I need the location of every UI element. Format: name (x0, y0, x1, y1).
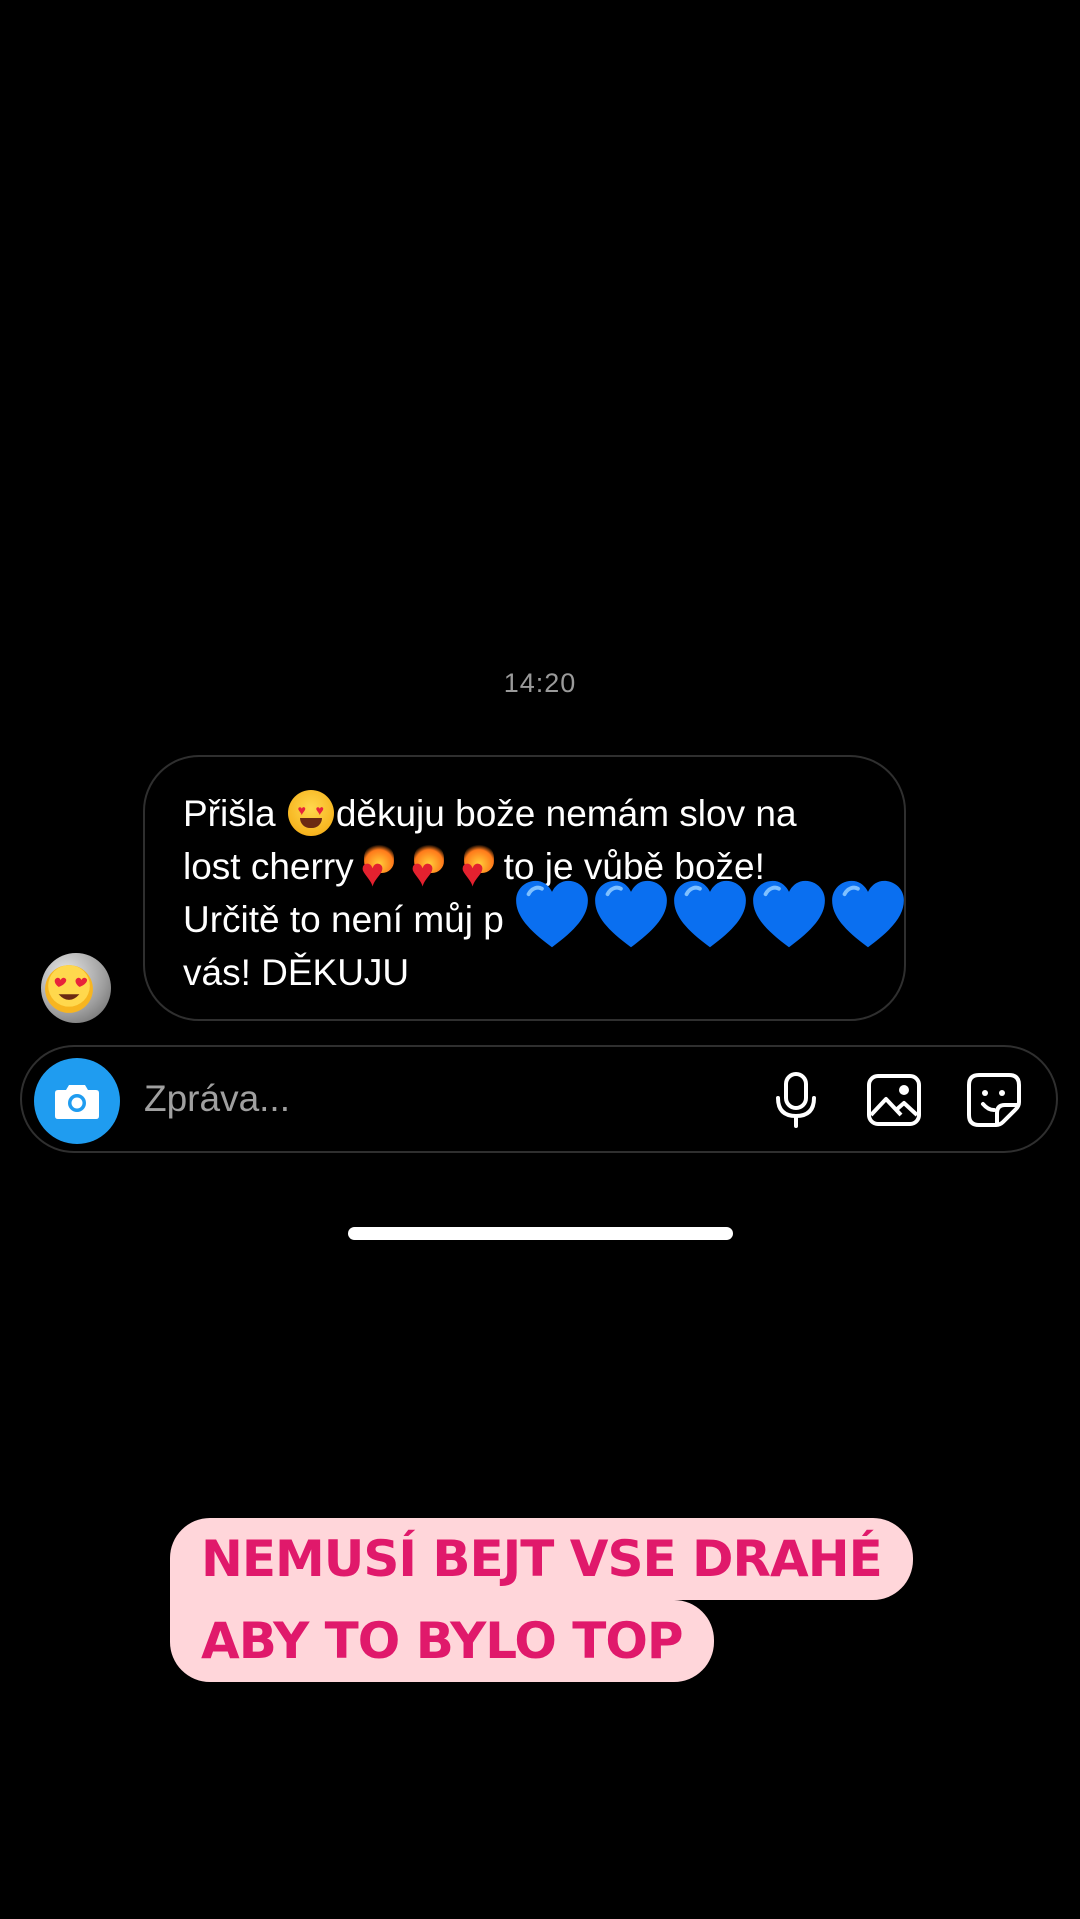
heart-eyes-face-icon (45, 965, 93, 1013)
sticker-button[interactable] (965, 1071, 1023, 1129)
caption-line-1: NEMUSÍ BEJT VSE DRAHÉ (170, 1518, 913, 1600)
camera-button[interactable] (34, 1058, 120, 1144)
message-text: lost cherry (183, 846, 354, 887)
sticker-icon (967, 1073, 1021, 1127)
heart-eyes-face-icon: ♥ ♥ (287, 790, 334, 837)
message-line-2: lost cherry ♥ ♥ ♥ to je vůbě bože! (183, 840, 866, 893)
message-line-3: Určitě to není můj p (183, 899, 504, 940)
gallery-button[interactable] (865, 1071, 923, 1129)
message-composer (20, 1045, 1058, 1153)
home-indicator[interactable] (348, 1227, 733, 1240)
message-line-4: vás! DĚKUJU (183, 952, 410, 993)
gallery-icon (867, 1074, 921, 1126)
message-input[interactable] (144, 1071, 624, 1127)
heart-on-fire-icon: ♥ (456, 843, 502, 893)
camera-icon (55, 1085, 99, 1119)
microphone-button[interactable] (767, 1071, 825, 1129)
caption-line-2: ABY TO BYLO TOP (170, 1600, 714, 1682)
heart-on-fire-icon: ♥ (406, 843, 452, 893)
message-timestamp: 14:20 (503, 668, 577, 698)
message-text: to je vůbě bože! (503, 846, 765, 887)
message-text: Přišla (183, 793, 286, 834)
message-line-1: Přišla ♥ ♥ děkuju bože nemám slov na (183, 787, 866, 840)
message-text: děkuju bože nemám slov na (335, 793, 797, 834)
message-bubble[interactable]: Přišla ♥ ♥ děkuju bože nemám slov na lost … (143, 755, 906, 1021)
story-caption: NEMUSÍ BEJT VSE DRAHÉ ABY TO BYLO TOP (170, 1518, 913, 1682)
microphone-icon (776, 1072, 816, 1128)
heart-on-fire-icon: ♥ (356, 843, 402, 893)
sender-avatar[interactable] (41, 953, 111, 1023)
